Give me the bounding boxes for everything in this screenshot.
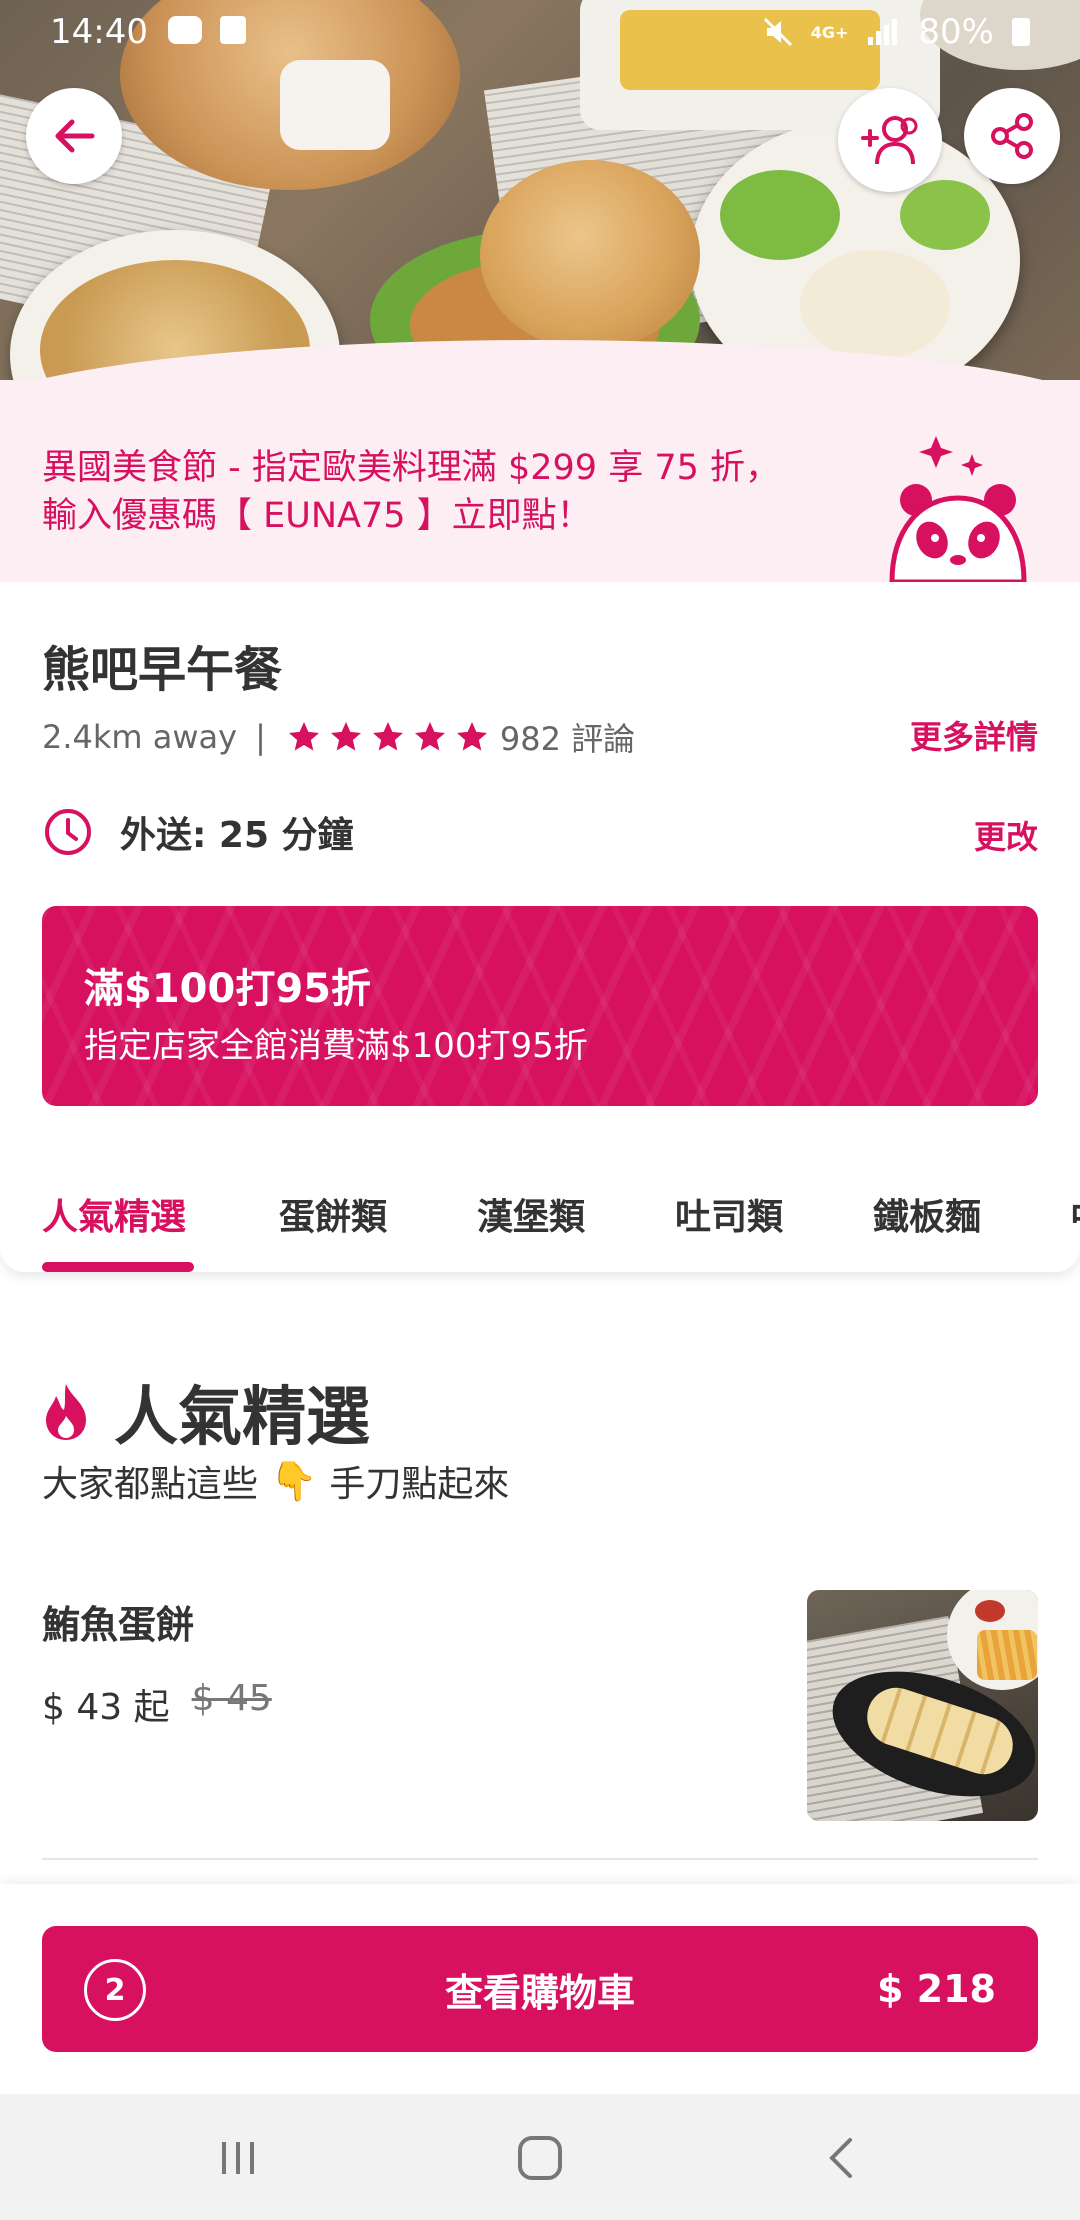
group-order-button[interactable] — [838, 88, 942, 192]
menu-item-price: $ 43 起 — [42, 1687, 170, 1728]
section-subtitle-part2: 手刀點起來 — [329, 1464, 510, 1505]
image-notification-icon — [220, 16, 246, 44]
back-button[interactable] — [26, 88, 122, 184]
item-divider — [42, 1858, 1038, 1860]
tab-popular[interactable]: 人氣精選 — [42, 1188, 186, 1240]
status-time: 14:40 — [50, 12, 148, 52]
tab-more[interactable]: 中 — [1070, 1188, 1080, 1240]
system-nav-bar — [0, 2094, 1080, 2220]
tab-burger[interactable]: 漢堡類 — [477, 1188, 585, 1240]
mute-icon — [763, 17, 792, 47]
section-title-text: 人氣精選 — [114, 1381, 370, 1455]
panda-mascot-icon — [889, 436, 1027, 582]
star-icon — [372, 722, 403, 751]
menu-item-image — [807, 1590, 1038, 1821]
change-delivery-link[interactable]: 更改 — [974, 812, 1038, 858]
home-icon — [518, 2136, 562, 2180]
promo-line-1: 異國美食節 - 指定歐美料理滿 $299 享 75 折， — [42, 448, 780, 488]
battery-percent: 80% — [918, 12, 994, 52]
share-button[interactable] — [964, 88, 1060, 184]
signal-icon — [868, 19, 898, 45]
deal-title: 滿$100打95折 — [84, 966, 371, 1012]
group-order-icon — [861, 116, 918, 165]
rating-stars — [286, 719, 490, 755]
tab-toast[interactable]: 吐司類 — [675, 1188, 783, 1240]
star-icon — [456, 722, 487, 751]
recent-apps-icon — [222, 2142, 254, 2174]
menu-item-name: 鮪魚蛋餅 — [42, 1603, 195, 1647]
fire-icon — [46, 1384, 86, 1440]
restaurant-name: 熊吧早午餐 — [42, 642, 283, 698]
menu-item-original-price: $ 45 — [191, 1678, 272, 1719]
category-tabs: 人氣精選 蛋餅類 漢堡類 吐司類 鐵板麵 中 — [0, 1128, 1080, 1272]
star-icon — [288, 722, 319, 751]
pointing-down-emoji: 👇 — [270, 1458, 318, 1503]
review-count: 982 評論 — [499, 720, 636, 758]
cart-bar: 2 查看購物車 $ 218 — [0, 1884, 1080, 2094]
deal-card[interactable]: 滿$100打95折 指定店家全館消費滿$100打95折 — [42, 906, 1038, 1106]
cart-total: $ 218 — [877, 1967, 996, 2011]
tab-egg-crepe[interactable]: 蛋餅類 — [279, 1188, 387, 1240]
line-app-icon — [168, 16, 202, 44]
restaurant-meta: 2.4km away | 982 評論 — [42, 714, 635, 760]
distance: 2.4km away — [42, 718, 238, 756]
battery-icon — [1012, 18, 1030, 46]
chevron-left-icon — [829, 2138, 852, 2178]
recent-apps-button[interactable] — [208, 2130, 268, 2186]
deal-description: 指定店家全館消費滿$100打95折 — [84, 1026, 588, 1066]
more-details-link[interactable]: 更多詳情 — [910, 712, 1038, 758]
delivery-time: 外送: 25 分鐘 — [120, 815, 354, 856]
home-button[interactable] — [510, 2130, 570, 2186]
share-icon — [991, 113, 1033, 159]
section-subtitle-part1: 大家都點這些 — [42, 1464, 259, 1505]
meta-separator: | — [255, 718, 266, 756]
lte-icon: 4G+ — [810, 22, 849, 42]
clock-icon — [45, 809, 91, 855]
delivery-row: 外送: 25 分鐘 — [42, 806, 354, 858]
active-tab-indicator — [42, 1262, 194, 1272]
promo-line-2: 輸入優惠碼【 EUNA75 】立即點！ — [42, 496, 592, 536]
section-title: 人氣精選 — [42, 1366, 370, 1458]
star-icon — [330, 722, 361, 751]
star-icon — [414, 722, 445, 751]
tab-iron-noodles[interactable]: 鐵板麵 — [873, 1188, 981, 1240]
section-subtitle: 大家都點這些 👇 手刀點起來 — [42, 1455, 509, 1507]
menu-item-price-row: $ 43 起 $ 45 — [42, 1678, 272, 1730]
promo-banner[interactable]: 異國美食節 - 指定歐美料理滿 $299 享 75 折， 輸入優惠碼【 EUNA… — [0, 340, 1080, 582]
status-bar: 14:40 4G+ 80% — [0, 0, 1080, 64]
view-cart-button[interactable]: 2 查看購物車 $ 218 — [42, 1926, 1038, 2052]
arrow-left-icon — [55, 119, 95, 153]
system-back-button[interactable] — [812, 2130, 872, 2186]
